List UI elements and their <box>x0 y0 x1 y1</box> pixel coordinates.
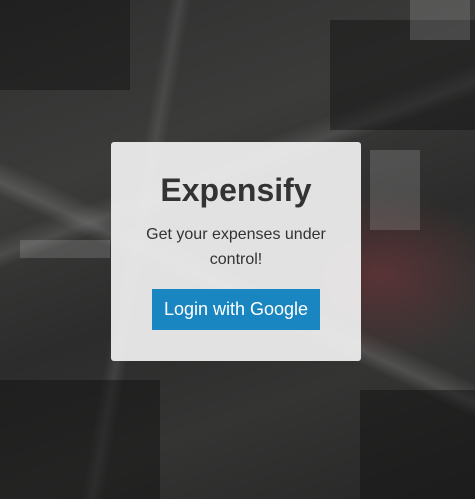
login-card: Expensify Get your expenses under contro… <box>111 142 361 361</box>
app-title: Expensify <box>160 172 312 208</box>
login-with-google-button[interactable]: Login with Google <box>151 289 321 330</box>
app-tagline: Get your expenses under control! <box>146 226 326 268</box>
